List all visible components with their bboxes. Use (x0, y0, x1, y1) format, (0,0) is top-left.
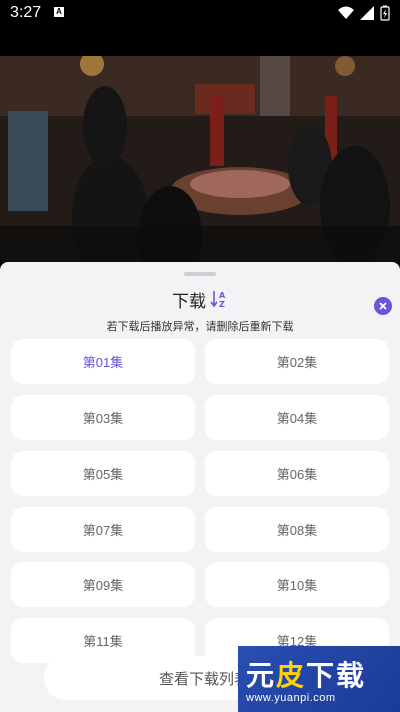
download-hint: 若下载后播放异常，请删除后重新下载 (106, 321, 294, 333)
sheet-header: 下载 A Z (0, 286, 400, 312)
episode-button[interactable]: 第10集 (205, 562, 389, 607)
notification-app-icon: A (54, 7, 64, 17)
episode-button[interactable]: 第08集 (205, 507, 389, 552)
status-time: 3:27 (10, 4, 42, 21)
battery-charging-icon (380, 5, 390, 21)
episode-button[interactable]: 第09集 (11, 562, 195, 607)
episode-button[interactable]: 第07集 (11, 507, 195, 552)
wifi-icon (338, 6, 354, 19)
episode-button[interactable]: 第06集 (205, 451, 389, 496)
drag-handle[interactable] (184, 272, 216, 276)
status-icons (338, 5, 390, 21)
status-bar: 3:27 A (0, 0, 400, 26)
video-player[interactable] (0, 56, 400, 262)
sort-az-icon[interactable]: A Z (210, 289, 228, 309)
watermark-logo: 元皮下载 www.yuanpi.com (238, 646, 400, 712)
watermark-text: 元皮下载 (246, 659, 367, 692)
episode-button[interactable]: 第04集 (205, 395, 389, 440)
episode-button[interactable]: 第02集 (205, 339, 389, 384)
sheet-title: 下载 (172, 291, 206, 311)
svg-text:Z: Z (219, 300, 225, 309)
episode-button[interactable]: 第05集 (11, 451, 195, 496)
close-button[interactable] (374, 297, 392, 315)
watermark-url: www.yuanpi.com (246, 692, 336, 704)
video-frame-image (0, 56, 400, 262)
svg-text:A: A (219, 291, 226, 300)
close-icon (379, 302, 387, 310)
signal-icon (360, 6, 374, 20)
episode-button[interactable]: 第01集 (11, 339, 195, 384)
download-sheet: 下载 A Z 若下载后播放异常，请删除后重新下载 第01集 第02集 第03集 … (0, 262, 400, 712)
episode-button[interactable]: 第03集 (11, 395, 195, 440)
